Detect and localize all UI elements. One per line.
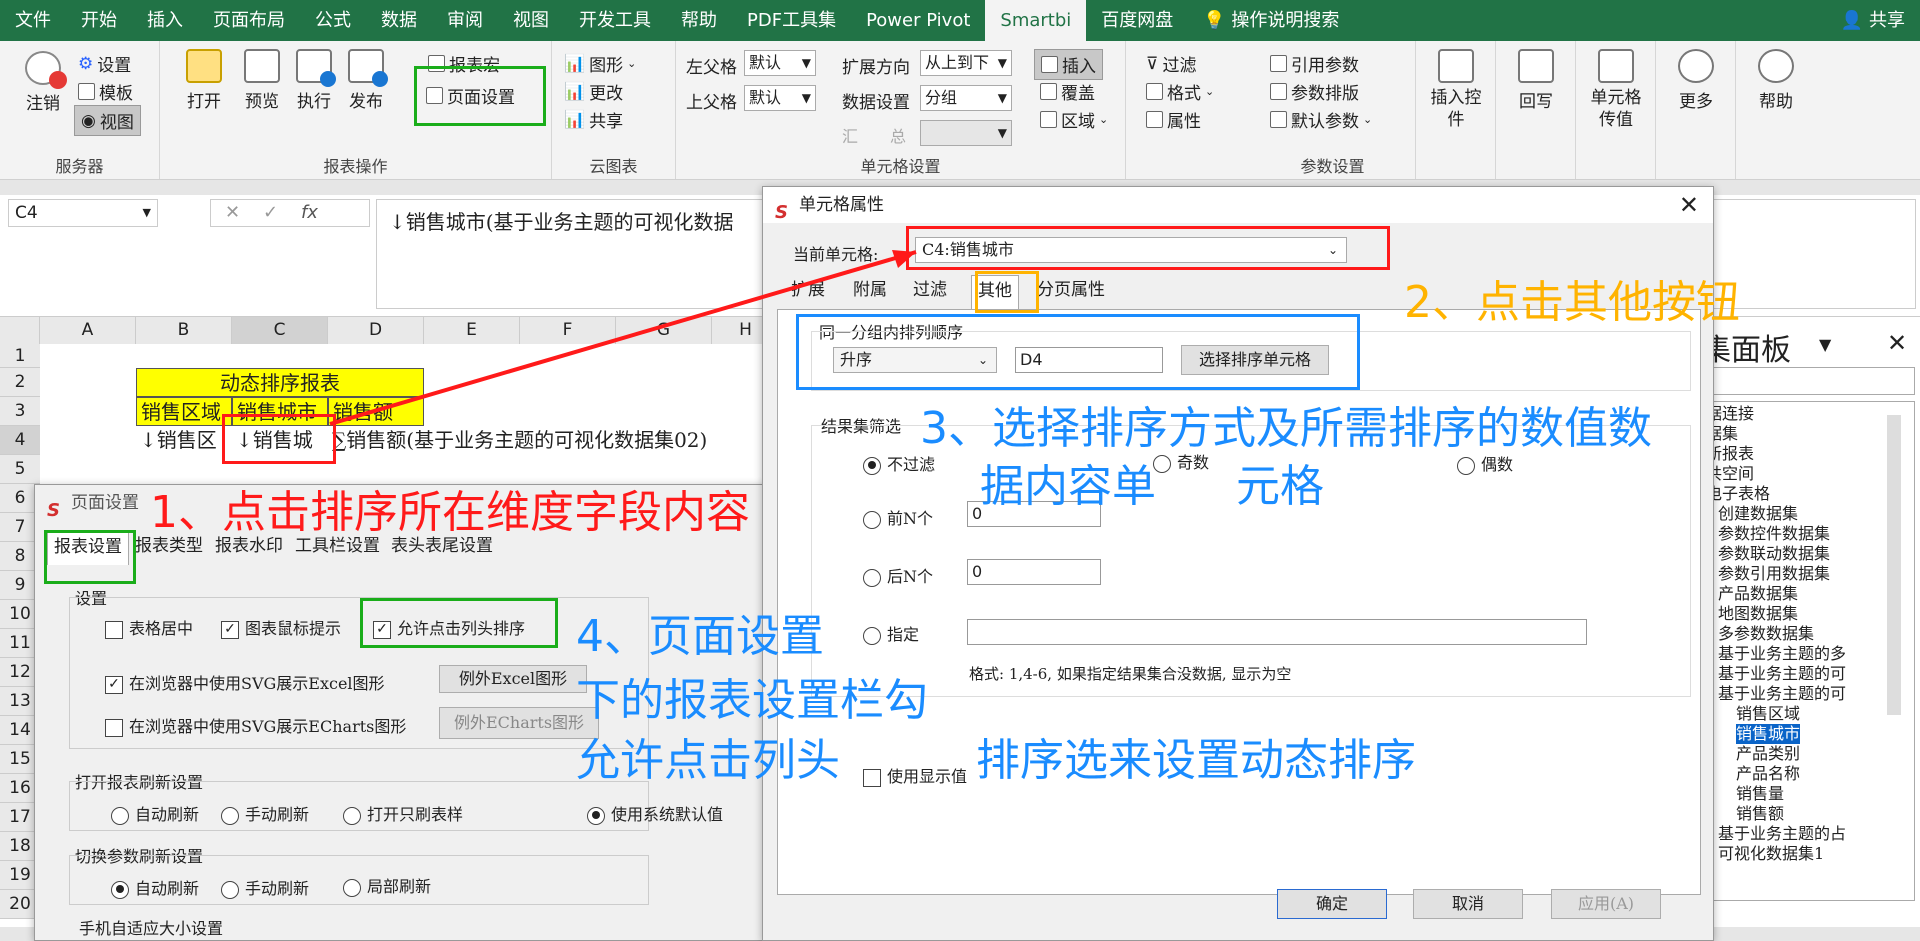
annotation-step-3-line2: 据内容单 (980, 461, 1156, 512)
annotation-step-4-line2: 下的报表设置栏勾 (576, 675, 928, 726)
arrow-head-icon (892, 250, 916, 268)
annotation-step-3-line3: 元格 (1236, 461, 1324, 512)
annotation-step-4-line4: 排序选来设置动态排序 (976, 735, 1416, 786)
annotation-overlay (329, 250, 917, 426)
annotation-step-4-line1: 4、页面设置 (576, 611, 824, 662)
annotation-step-1: 1、点击排序所在维度字段内容 (150, 487, 750, 538)
arrow-line (329, 250, 917, 426)
annotation-step-2: 2、点击其他按钮 (1404, 277, 1740, 328)
annotation-step-3-line1: 3、选择排序方式及所需排序的数值数 (920, 403, 1652, 454)
annotation-step-4-line3: 允许点击列头 (576, 735, 840, 786)
